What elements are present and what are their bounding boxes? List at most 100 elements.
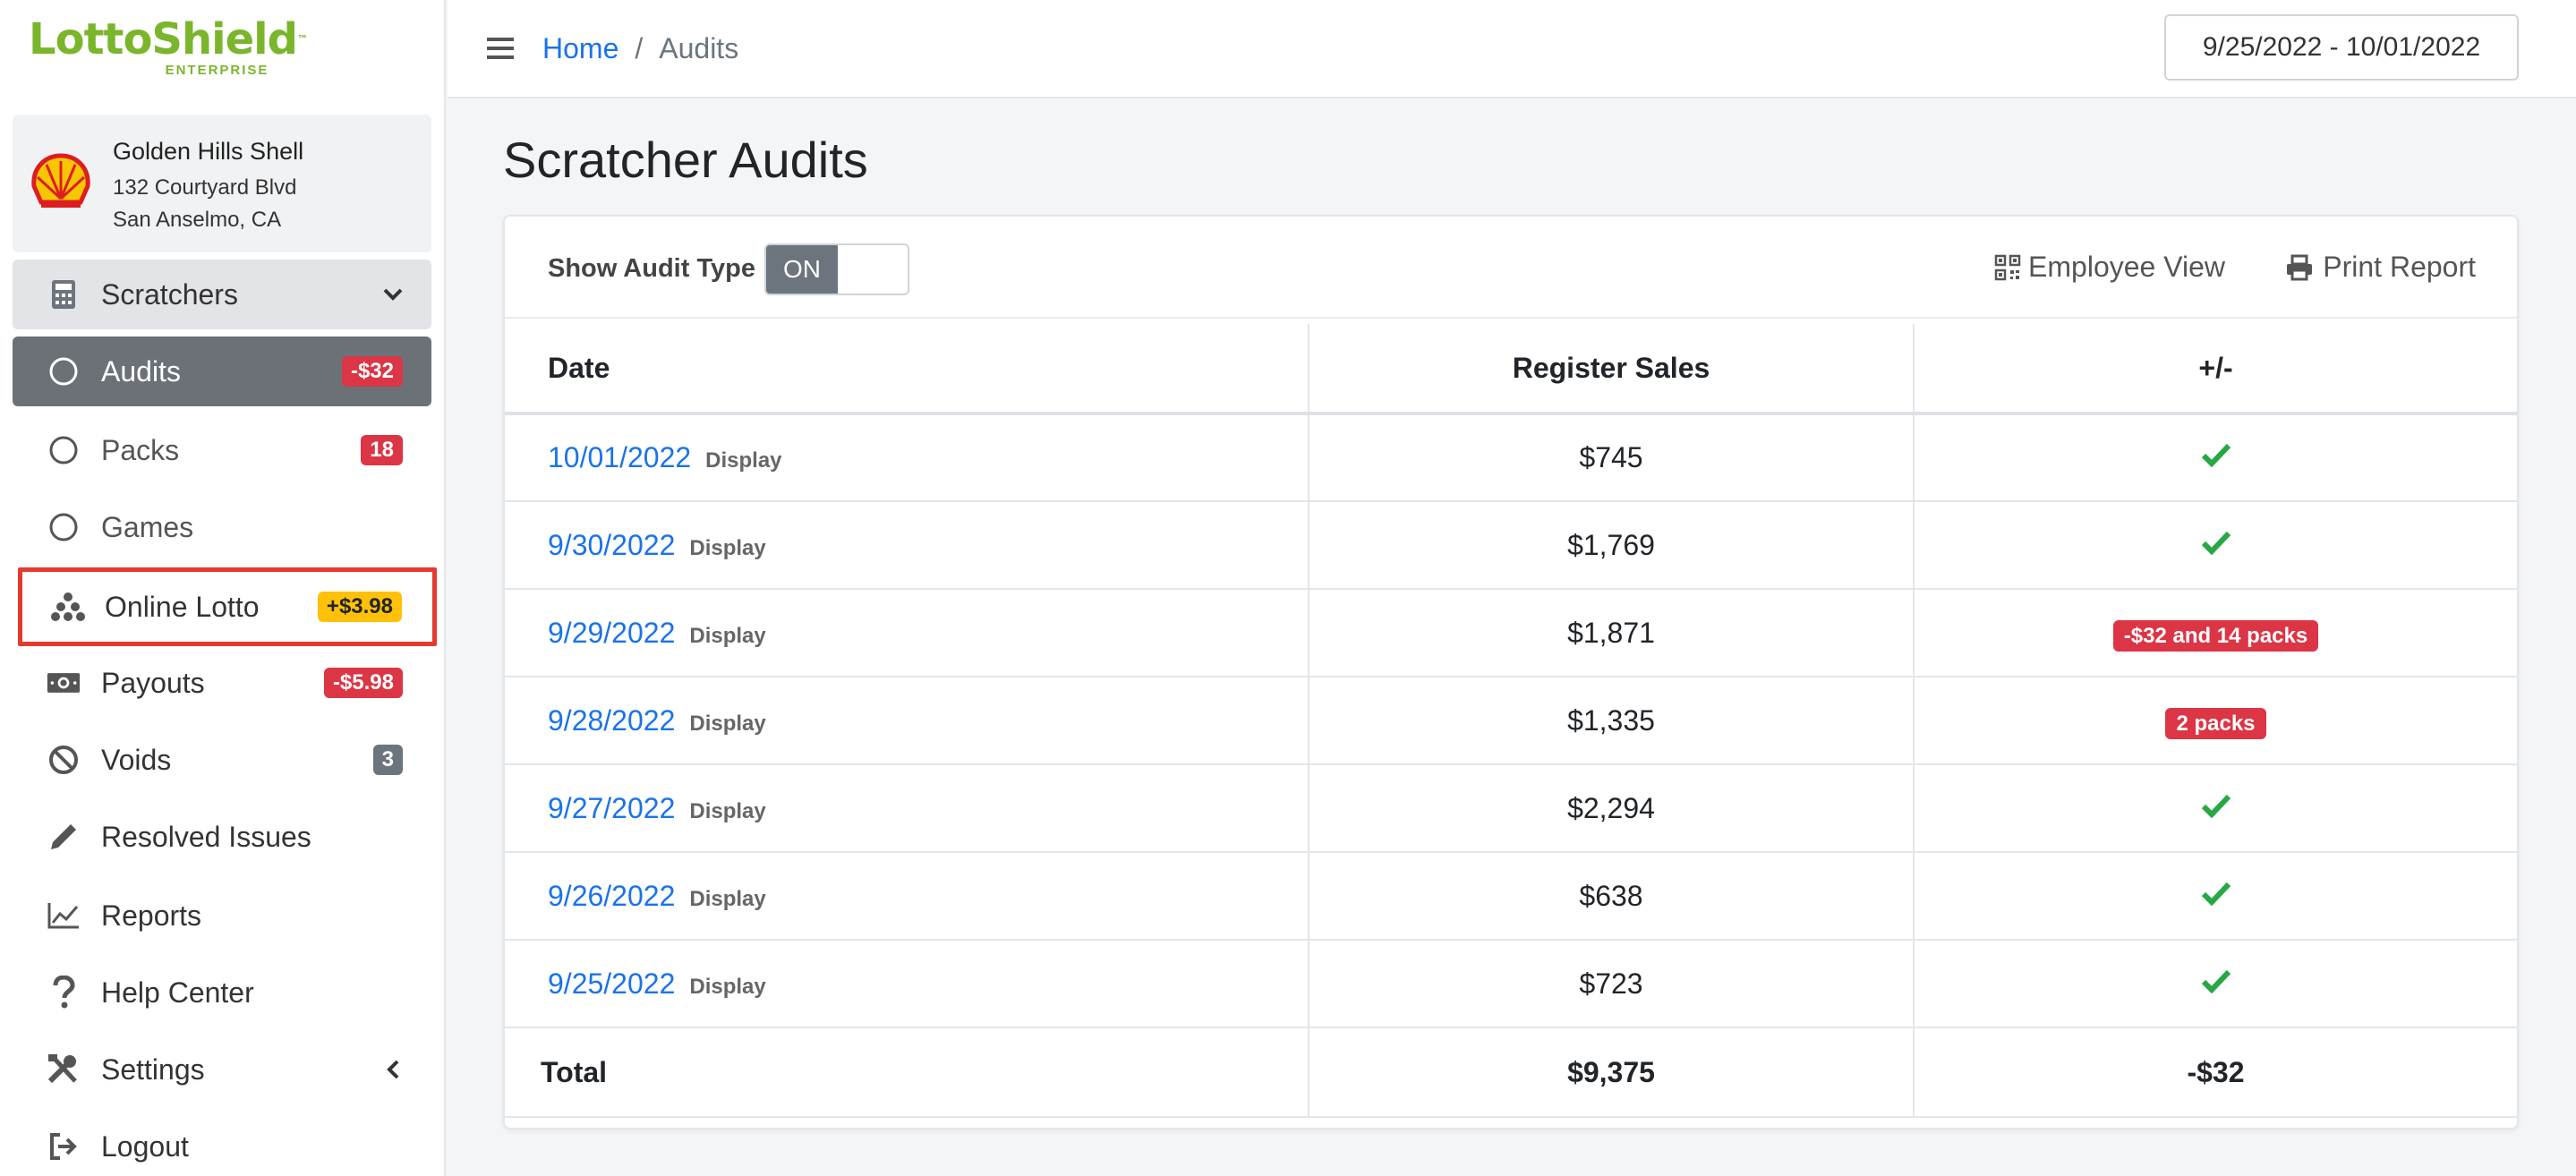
breadcrumb-separator: / [635,32,644,64]
audit-type-tag: Display [689,711,766,736]
sidebar-item-packs[interactable]: Packs 18 [13,415,431,485]
register-sales-cell: $1,871 [1309,589,1915,677]
sidebar: LottoShield™ ENTERPRISE Golden Hills She… [0,0,446,1176]
print-report-label: Print Report [2323,251,2476,283]
print-report-button[interactable]: Print Report [2285,251,2476,284]
sidebar-item-audits[interactable]: Audits -$32 [13,337,431,406]
sidebar-item-label: Scratchers [101,277,238,311]
breadcrumb-home-link[interactable]: Home [542,32,618,65]
table-body: 10/01/2022 Display $745 9/30/2022 Display $1,… [505,413,2517,1028]
audit-date-link[interactable]: 9/29/2022 [548,617,675,649]
sidebar-item-label: Games [101,510,194,543]
toggle-on-label: ON [766,245,838,294]
sidebar-item-label: Logout [101,1129,189,1163]
register-sales-cell: $745 [1309,413,1915,502]
circle-icon [47,433,81,467]
chart-line-icon [47,899,81,933]
table-row: 9/27/2022 Display $2,294 [505,764,2517,853]
audit-type-tag: Display [689,535,766,560]
brand-logo[interactable]: LottoShield™ ENTERPRISE [29,14,308,79]
date-cell: 9/26/2022 Display [505,852,1309,941]
store-address-line2: San Anselmo, CA [113,208,282,232]
sidebar-item-label: Voids [101,743,172,776]
audits-card: Show Audit Type ON Employee View Print R… [503,215,2519,1129]
shell-logo-icon [31,153,90,208]
check-icon [2201,794,2231,818]
audit-date-link[interactable]: 10/01/2022 [548,441,691,473]
page-title: Scratcher Audits [503,132,868,188]
register-sales-cell: $638 [1309,852,1915,941]
diff-cell: 2 packs [1914,677,2517,765]
diff-cell [1914,940,2517,1028]
sidebar-item-settings[interactable]: Settings [13,1035,431,1104]
sidebar-item-label: Online Lotto [105,590,260,623]
audit-date-link[interactable]: 9/26/2022 [548,880,675,912]
audit-date-link[interactable]: 9/28/2022 [548,704,675,737]
date-cell: 9/30/2022 Display [505,501,1309,590]
audit-date-link[interactable]: 9/27/2022 [548,792,675,824]
qrcode-icon [1994,254,2021,280]
sidebar-item-label: Packs [101,433,180,466]
table-total-row: Total $9,375 -$32 [505,1027,2517,1118]
payouts-badge: -$5.98 [323,668,403,698]
sidebar-item-label: Help Center [101,976,254,1009]
diff-cell [1914,852,2517,941]
chevron-left-icon [381,1058,405,1081]
sidebar-item-payouts[interactable]: Payouts -$5.98 [13,648,431,718]
sidebar-item-voids[interactable]: Voids 3 [13,725,431,795]
diff-column-header[interactable]: +/- [1914,324,2517,415]
logout-icon [47,1129,81,1163]
audit-type-tag: Display [689,798,766,823]
brand-name: LottoShield [29,14,298,64]
calculator-icon [47,277,81,311]
sidebar-item-scratchers[interactable]: Scratchers [13,260,431,329]
sidebar-item-help-center[interactable]: Help Center [13,958,431,1027]
register-sales-cell: $1,769 [1309,501,1915,590]
money-icon [47,666,81,700]
discrepancy-badge[interactable]: 2 packs [2165,707,2266,739]
employee-view-label: Employee View [2028,251,2225,283]
printer-icon [2287,254,2313,280]
breadcrumb: Home / Audits [542,32,738,65]
employee-view-button[interactable]: Employee View [1994,251,2225,284]
date-range-picker[interactable]: 9/25/2022 - 10/01/2022 [2164,14,2519,81]
store-name: Golden Hills Shell [113,138,304,165]
total-label: Total [505,1027,1309,1118]
register-sales-cell: $1,335 [1309,677,1915,765]
audits-table: Date Register Sales +/- 10/01/2022 Displa… [505,324,2517,1118]
audit-date-link[interactable]: 9/25/2022 [548,967,675,1000]
ban-icon [47,743,81,777]
date-cell: 9/27/2022 Display [505,764,1309,853]
date-column-header[interactable]: Date [505,324,1309,415]
check-icon [2201,969,2231,993]
table-row: 9/30/2022 Display $1,769 [505,501,2517,590]
check-icon [2201,443,2231,468]
brand-edition: ENTERPRISE [165,63,269,78]
audit-type-tag: Display [689,974,766,999]
sidebar-item-logout[interactable]: Logout [13,1112,431,1176]
audit-type-tag: Display [689,886,766,911]
sidebar-item-games[interactable]: Games [13,492,431,562]
pencil-icon [47,820,81,854]
date-cell: 9/28/2022 Display [505,677,1309,765]
sidebar-item-online-lotto[interactable]: Online Lotto +$3.98 [18,567,437,646]
check-icon [2201,882,2231,906]
table-header-row: Date Register Sales +/- [505,324,2517,415]
discrepancy-badge[interactable]: -$32 and 14 packs [2112,619,2319,652]
store-card: Golden Hills Shell 132 Courtyard Blvd Sa… [13,115,431,252]
table-row: 9/29/2022 Display $1,871 -$32 and 14 packs [505,589,2517,677]
hamburger-menu-icon[interactable] [487,34,514,63]
sidebar-item-reports[interactable]: Reports [13,881,431,950]
audit-type-toggle[interactable]: ON [764,243,909,295]
audit-type-tag: Display [705,448,782,473]
sales-column-header[interactable]: Register Sales [1309,324,1915,415]
audits-badge: -$32 [341,356,403,387]
circle-icon [47,354,81,388]
diff-cell [1914,413,2517,502]
audit-date-link[interactable]: 9/30/2022 [548,529,675,561]
sidebar-item-resolved-issues[interactable]: Resolved Issues [13,802,431,872]
register-sales-cell: $2,294 [1309,764,1915,853]
sidebar-item-label: Settings [101,1052,205,1086]
sidebar-item-label: Resolved Issues [101,820,311,853]
table-row: 9/25/2022 Display $723 [505,940,2517,1028]
